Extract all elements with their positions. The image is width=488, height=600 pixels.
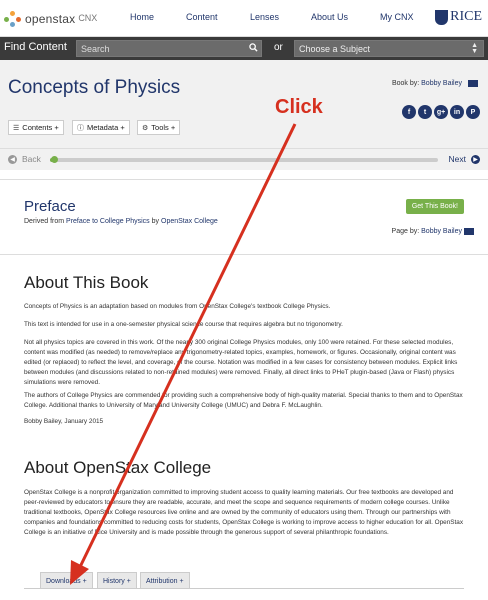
page-nav-row: ◀ Back Next ▶: [0, 148, 488, 170]
email-icon[interactable]: [468, 80, 478, 87]
paragraph: This text is intended for use in a one-s…: [24, 321, 343, 328]
logo-brand: openstax: [25, 12, 76, 26]
tab-downloads[interactable]: Downloads +: [40, 572, 93, 589]
click-annotation-label: Click: [275, 96, 323, 118]
book-header: Concepts of Physics Book by: Bobby Baile…: [0, 60, 488, 170]
select-arrows-icon: ▲ ▼: [471, 42, 478, 55]
facebook-icon[interactable]: f: [402, 105, 416, 119]
tab-history[interactable]: History +: [97, 572, 137, 589]
rice-logo[interactable]: RICE: [435, 9, 482, 25]
find-content-label: Find Content: [4, 41, 67, 53]
or-label: or: [274, 42, 283, 53]
page-author-link[interactable]: Bobby Bailey: [421, 228, 462, 235]
book-by-label: Book by:: [391, 80, 420, 87]
tools-label: Tools +: [151, 123, 176, 132]
page-byline: Page by: Bobby Bailey: [392, 228, 462, 235]
google-plus-icon[interactable]: g+: [434, 105, 448, 119]
email-icon[interactable]: [464, 228, 474, 235]
list-icon: ☰: [13, 124, 20, 132]
info-icon: ⓘ: [77, 124, 84, 132]
find-content-bar: Find Content or Choose a Subject ▲▼: [0, 37, 488, 60]
paragraph: Bobby Bailey, January 2015: [24, 418, 104, 425]
tools-button[interactable]: ⚙ Tools +: [137, 120, 181, 135]
chevron-left-icon: ◀: [8, 154, 17, 164]
chevron-right-icon: ▶: [471, 154, 480, 164]
derived-org-link[interactable]: OpenStax College: [161, 218, 218, 225]
next-label: Next: [448, 154, 466, 164]
metadata-label: Metadata +: [87, 123, 125, 132]
derived-prefix: Derived from: [24, 218, 65, 225]
page-header: Preface Derived from Preface to College …: [0, 179, 488, 255]
paragraph: Concepts of Physics is an adaptation bas…: [24, 303, 331, 310]
rice-shield-icon: [435, 9, 449, 25]
pinterest-icon[interactable]: P: [466, 105, 480, 119]
get-this-book-button[interactable]: Get This Book!: [405, 199, 464, 214]
derived-by: by: [151, 218, 160, 225]
social-share: f t g+ in P: [402, 105, 480, 119]
page-by-label: Page by:: [391, 228, 420, 235]
metadata-button[interactable]: ⓘ Metadata +: [72, 120, 130, 135]
book-title: Concepts of Physics: [8, 77, 181, 98]
nav-about-us[interactable]: About Us: [311, 12, 348, 22]
search-icon[interactable]: [249, 43, 258, 52]
progress-knob[interactable]: [50, 156, 58, 163]
derived-from: Derived from Preface to College Physics …: [24, 218, 218, 225]
tab-attribution[interactable]: Attribution +: [140, 572, 190, 589]
linkedin-icon[interactable]: in: [450, 105, 464, 119]
logo-cnx: CNX: [78, 12, 98, 23]
paragraph: The authors of College Physics are comme…: [24, 392, 463, 409]
paragraph: OpenStax College is a nonprofit organiza…: [24, 489, 464, 536]
openstax-logo-icon: [4, 10, 22, 28]
tab-divider: [24, 588, 464, 589]
rice-text: RICE: [450, 9, 482, 24]
paragraph: Not all physics topics are covered in th…: [24, 339, 458, 386]
contents-label: Contents +: [22, 123, 59, 132]
nav-home[interactable]: Home: [130, 12, 154, 22]
contents-button[interactable]: ☰ Contents +: [8, 120, 64, 135]
back-button[interactable]: ◀ Back: [8, 154, 41, 164]
book-byline: Book by: Bobby Bailey: [392, 80, 462, 87]
nav-lenses[interactable]: Lenses: [250, 12, 279, 22]
heading-about-openstax: About OpenStax College: [24, 458, 212, 477]
openstax-logo[interactable]: openstax CNX: [4, 8, 97, 30]
nav-content[interactable]: Content: [186, 12, 218, 22]
book-author-link[interactable]: Bobby Bailey: [421, 80, 462, 87]
derived-source-link[interactable]: Preface to College Physics: [66, 218, 150, 225]
next-button[interactable]: Next ▶: [449, 154, 480, 164]
subject-select-value: Choose a Subject: [299, 44, 371, 54]
subject-select[interactable]: Choose a Subject ▲ ▼: [294, 40, 484, 57]
nav-my-cnx[interactable]: My CNX: [380, 12, 414, 22]
back-label: Back: [22, 154, 41, 164]
progress-bar[interactable]: [50, 158, 438, 162]
search-input[interactable]: [76, 40, 262, 57]
heading-about-book: About This Book: [24, 273, 149, 292]
top-nav: openstax CNX Home Content Lenses About U…: [0, 0, 488, 37]
gear-icon: ⚙: [142, 124, 149, 132]
twitter-icon[interactable]: t: [418, 105, 432, 119]
page-title: Preface: [24, 198, 76, 215]
